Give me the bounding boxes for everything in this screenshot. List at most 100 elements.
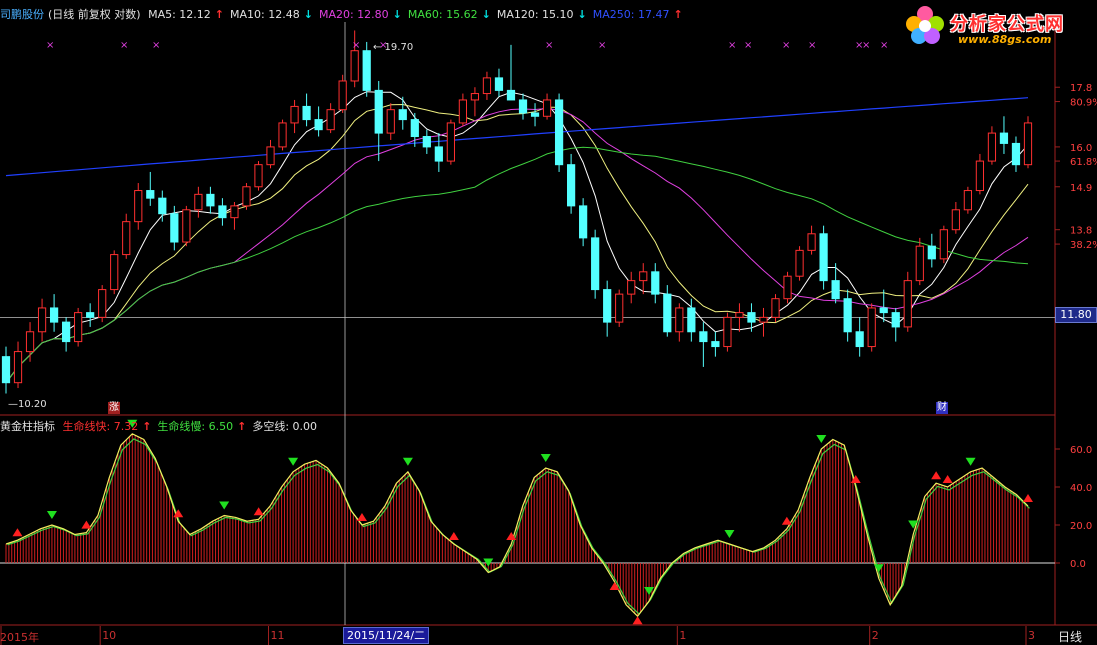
osc-tick-label: 20.0: [1070, 521, 1092, 532]
price-tick-label: 61.8%: [1070, 157, 1097, 168]
x-axis-label: 10: [102, 629, 117, 642]
candle-down: [603, 289, 612, 323]
signal-x-marker: ×: [880, 40, 888, 51]
brand-url: www.88gs.com: [958, 33, 1052, 46]
signal-x-marker: ×: [744, 40, 752, 51]
candle-up: [266, 146, 275, 166]
candle-up: [122, 221, 131, 256]
candle-up: [98, 289, 107, 318]
candle-down: [362, 50, 371, 91]
sell-triangle-icon: [12, 528, 23, 537]
candle-down: [158, 197, 167, 215]
signal-x-marker: ×: [152, 40, 160, 51]
candle-down: [518, 99, 528, 114]
sell-triangle-icon: [356, 513, 367, 521]
candle-down: [843, 298, 852, 333]
stock-name[interactable]: 司鹏股份: [0, 8, 44, 21]
candle-up: [386, 109, 395, 134]
candle-up: [278, 122, 287, 148]
candle-down: [579, 205, 588, 239]
chart-canvas[interactable]: 17.880.9%16.061.8%14.913.838.2%← 19.70—1…: [0, 0, 1097, 645]
candle-down: [651, 271, 660, 295]
buy-triangle-icon: [540, 454, 551, 462]
ma-legend-item-0: MA5: 12.12: [148, 8, 211, 21]
buy-triangle-icon: [724, 530, 735, 538]
candle-down: [1, 356, 11, 384]
x-axis-label: 2: [871, 629, 879, 642]
candle-up: [13, 351, 23, 384]
candle-up: [939, 229, 948, 260]
price-tick-label: 16.0: [1070, 143, 1092, 154]
candle-up: [182, 209, 191, 243]
candle-up: [134, 190, 143, 223]
candle-up: [470, 93, 480, 101]
ma-legend-list: MA5: 12.12 ↑ MA10: 12.48 ↓ MA20: 12.80 ↓ MA60:…: [148, 8, 689, 21]
chart-mode: (日线 前复权 对数): [48, 8, 141, 21]
sell-triangle-icon: [781, 516, 792, 525]
low-price-label: —10.20: [8, 399, 47, 410]
candle-up: [759, 316, 768, 323]
candle-down: [86, 312, 95, 318]
candle-down: [879, 307, 888, 314]
x-axis-label: 2015年: [0, 631, 39, 644]
zhang-badge: 涨: [108, 402, 120, 414]
candle-down: [999, 132, 1009, 144]
candle-down: [146, 190, 155, 199]
candle-up: [975, 160, 985, 192]
cai-badge: 财: [936, 402, 948, 414]
candle-down: [554, 99, 564, 166]
ma-legend-item-arrow-icon: ↑: [673, 8, 683, 21]
candle-up: [230, 205, 239, 219]
price-tick-label: 80.9%: [1070, 98, 1097, 109]
sell-triangle-icon: [1023, 494, 1033, 502]
buy-triangle-icon: [816, 435, 827, 443]
candle-up: [242, 186, 251, 207]
ma-legend-item-3: MA60: 15.62: [407, 8, 478, 21]
ma-legend-item-arrow-icon: ↓: [481, 8, 491, 21]
signal-x-marker: ×: [598, 40, 606, 51]
indicator-name[interactable]: 黄金柱指标: [0, 420, 55, 433]
candle-up: [639, 271, 648, 282]
candle-down: [687, 307, 696, 333]
ma-legend-item-1: MA10: 12.48: [230, 8, 300, 21]
candle-up: [290, 105, 299, 124]
period-label[interactable]: 日线: [1058, 628, 1082, 645]
date-cursor-label: 2015/11/24/二: [343, 627, 430, 644]
ma-legend-item-arrow-icon: ↓: [303, 8, 313, 21]
signal-x-marker: ×: [808, 40, 816, 51]
candle-up: [110, 254, 119, 291]
ma-legend-item-2: MA20: 12.80: [318, 8, 389, 21]
candle-down: [434, 146, 443, 162]
buy-triangle-icon: [288, 457, 299, 466]
candle-down: [747, 312, 756, 323]
candle-down: [170, 213, 179, 243]
candle-up: [735, 312, 744, 318]
buy-triangle-icon: [46, 511, 57, 519]
price-tick-label: 17.8: [1070, 83, 1092, 94]
ma-legend-item-5: MA250: 17.47: [592, 8, 670, 21]
candle-up: [867, 307, 876, 348]
signal-x-marker: ×: [545, 40, 553, 51]
candle-down: [302, 105, 311, 121]
x-axis-label: 11: [270, 629, 285, 642]
candle-down: [819, 233, 828, 282]
candle-down: [506, 89, 516, 101]
candle-down: [891, 312, 900, 328]
candle-down: [831, 280, 840, 300]
buy-triangle-icon: [873, 564, 884, 573]
indicator-legend-item-0: 生命线快: 7.32: [62, 420, 139, 433]
sell-triangle-icon: [942, 475, 953, 483]
sell-triangle-icon: [632, 616, 643, 625]
candle-up: [675, 307, 684, 333]
candle-up: [1023, 122, 1033, 166]
candle-up: [963, 190, 972, 211]
candle-up: [37, 307, 47, 333]
candle-up: [74, 312, 83, 343]
life-line-fast: [5, 433, 1029, 618]
x-axis-label: 1: [679, 629, 687, 642]
candle-up: [987, 132, 997, 162]
price-tick-label: 38.2%: [1070, 240, 1097, 251]
signal-x-marker: ×: [862, 40, 870, 51]
sell-triangle-icon: [253, 507, 264, 516]
candle-up: [326, 109, 335, 131]
